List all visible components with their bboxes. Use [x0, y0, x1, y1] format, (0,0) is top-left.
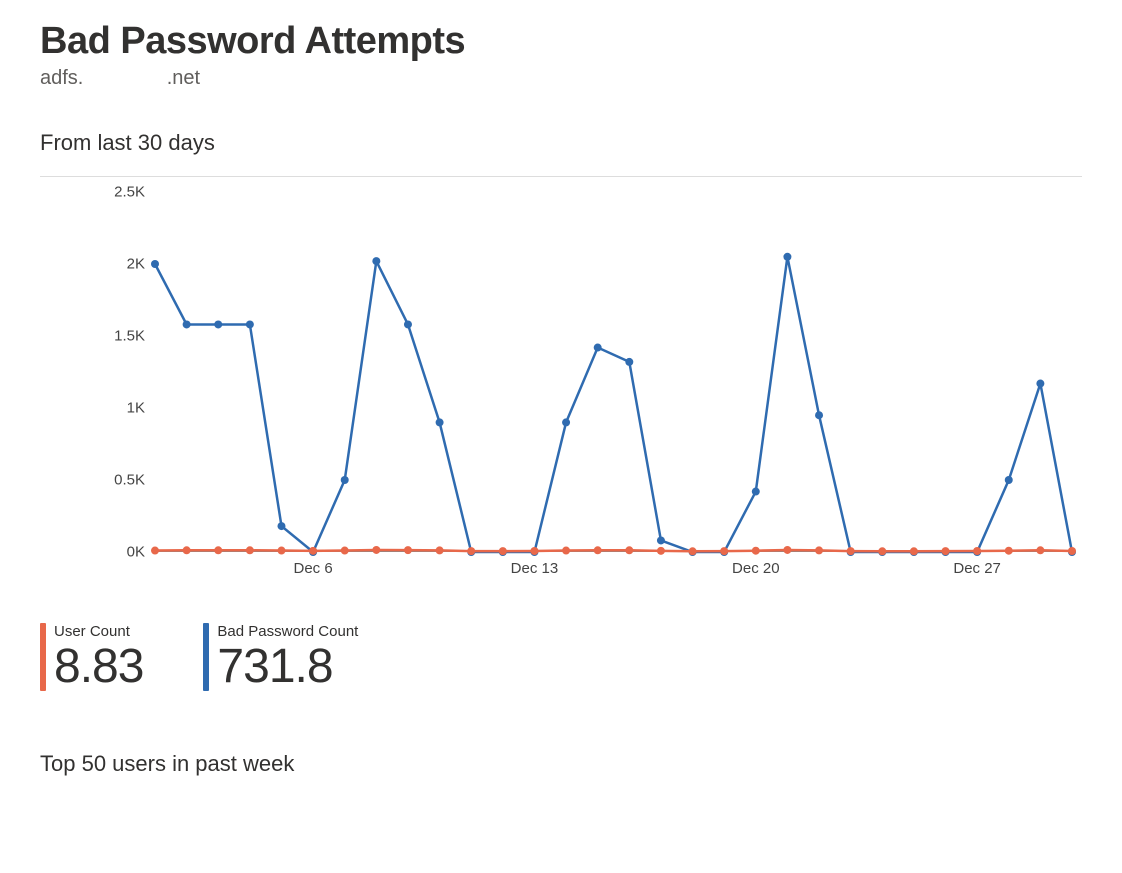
y-tick-label: 1K [127, 400, 155, 417]
metric-value-user: 8.83 [54, 643, 143, 691]
data-point [404, 546, 412, 554]
series-line [155, 257, 1072, 552]
page-subtitle: adfs. .net [40, 67, 1082, 90]
page-title: Bad Password Attempts [40, 20, 1082, 63]
data-point [277, 547, 285, 555]
data-point [214, 546, 222, 554]
metric-bar-badpw [203, 623, 209, 691]
data-point [815, 546, 823, 554]
data-point [657, 536, 665, 544]
data-point [720, 547, 728, 555]
trend-chart: 0K 0.5K 1K 1.5K 2K 2.5K Dec 6 Dec 13 Dec 20 Dec 2… [40, 176, 1082, 607]
section-top-users-title: Top 50 users in past week [40, 751, 1082, 777]
data-point [752, 488, 760, 496]
metric-label-badpw: Bad Password Count [217, 623, 358, 641]
metric-user-count: User Count 8.83 [40, 623, 143, 691]
data-point [341, 547, 349, 555]
x-tick-label: Dec 13 [511, 552, 559, 577]
data-point [625, 358, 633, 366]
data-point [847, 547, 855, 555]
data-point [942, 547, 950, 555]
data-point [1036, 380, 1044, 388]
data-point [689, 547, 697, 555]
data-point [467, 547, 475, 555]
chart-lines [155, 192, 1072, 552]
data-point [1005, 547, 1013, 555]
data-point [404, 320, 412, 328]
data-point [783, 253, 791, 261]
data-point [183, 546, 191, 554]
data-point [1036, 546, 1044, 554]
period-label: From last 30 days [40, 130, 1082, 156]
data-point [277, 522, 285, 530]
data-point [1068, 547, 1076, 555]
data-point [562, 547, 570, 555]
data-point [594, 546, 602, 554]
y-tick-label: 0.5K [114, 472, 155, 489]
y-tick-label: 2K [127, 256, 155, 273]
data-point [214, 320, 222, 328]
data-point [436, 418, 444, 426]
data-point [562, 418, 570, 426]
data-point [372, 546, 380, 554]
data-point [878, 547, 886, 555]
data-point [246, 546, 254, 554]
data-point [341, 476, 349, 484]
y-tick-label: 1.5K [114, 328, 155, 345]
data-point [499, 547, 507, 555]
data-point [1005, 476, 1013, 484]
data-point [372, 257, 380, 265]
data-point [246, 320, 254, 328]
data-point [815, 411, 823, 419]
data-point [183, 320, 191, 328]
data-point [657, 547, 665, 555]
x-tick-label: Dec 6 [294, 552, 333, 577]
data-point [783, 546, 791, 554]
data-point [625, 546, 633, 554]
y-tick-label: 0K [127, 544, 155, 561]
x-tick-label: Dec 27 [953, 552, 1001, 577]
data-point [594, 344, 602, 352]
metric-label-user: User Count [54, 623, 143, 641]
y-tick-label: 2.5K [114, 184, 155, 201]
metric-bar-user [40, 623, 46, 691]
data-point [436, 546, 444, 554]
metric-value-badpw: 731.8 [217, 643, 358, 691]
data-point [910, 547, 918, 555]
metric-bad-password-count: Bad Password Count 731.8 [203, 623, 358, 691]
x-tick-label: Dec 20 [732, 552, 780, 577]
